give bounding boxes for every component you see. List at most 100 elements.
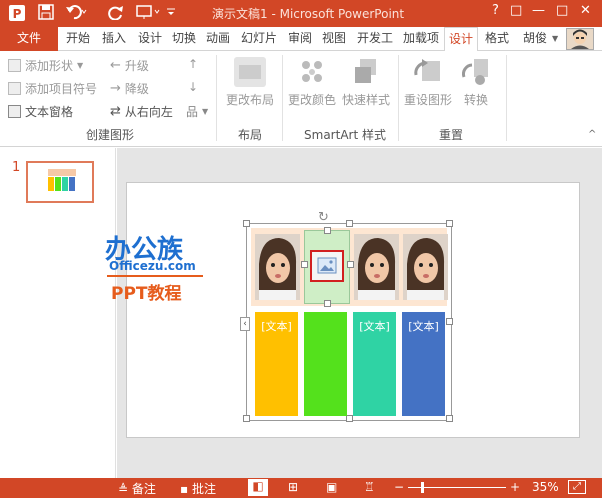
tab-animations[interactable]: 动画 xyxy=(202,27,234,51)
demote-label: 降级 xyxy=(124,82,149,96)
quick-styles-button[interactable]: 快速样式 xyxy=(336,57,396,108)
tab-addins[interactable]: 加载项 xyxy=(399,27,443,51)
tab-design[interactable]: 设计 xyxy=(134,27,166,51)
powerpoint-logo-icon: P xyxy=(8,4,26,26)
add-bullet-label: 添加项目符号 xyxy=(25,82,98,96)
add-shape-label: 添加形状 xyxy=(25,59,74,73)
add-bullet-icon xyxy=(8,82,21,95)
resize-handle[interactable] xyxy=(346,415,353,422)
brand-site: Officezu.com xyxy=(109,259,196,273)
reading-view-icon[interactable]: ▣ xyxy=(326,480,337,494)
resize-handle[interactable] xyxy=(243,220,250,227)
tab-developer[interactable]: 开发工 xyxy=(353,27,397,51)
move-down-button[interactable]: ↓ xyxy=(188,80,198,94)
tab-insert[interactable]: 插入 xyxy=(98,27,130,51)
photo-placeholder-selected[interactable] xyxy=(301,227,354,307)
resize-handle[interactable] xyxy=(446,415,453,422)
brand-divider xyxy=(107,275,203,277)
tab-slideshow[interactable]: 幻灯片 xyxy=(237,27,281,51)
zoom-out-button[interactable]: − xyxy=(394,480,404,494)
collapse-ribbon-icon[interactable]: ^ xyxy=(588,129,596,140)
title-bar: P 演示文稿1 - Microsoft PowerPoint ? □ — □ ✕ xyxy=(0,0,602,27)
maximize-button[interactable]: □ xyxy=(556,3,568,18)
group-label-reset: 重置 xyxy=(438,128,463,142)
tab-review[interactable]: 审阅 xyxy=(284,27,316,51)
thumbnail-photo-strip xyxy=(48,169,76,176)
resize-handle[interactable] xyxy=(243,415,250,422)
undo-icon[interactable] xyxy=(66,4,88,24)
convert-icon xyxy=(460,57,492,87)
group-label-smartart-styles: SmartArt 样式 xyxy=(304,128,386,142)
resize-handle[interactable] xyxy=(446,220,453,227)
text-pane-label: 文本窗格 xyxy=(25,105,74,119)
customize-toolbar-icon[interactable] xyxy=(166,4,176,24)
zoom-slider-thumb[interactable] xyxy=(421,482,424,493)
change-layout-button[interactable]: 更改布局 xyxy=(220,57,280,108)
comments-button[interactable]: ▪ 批注 xyxy=(180,480,216,497)
promote-label: 升级 xyxy=(124,59,149,73)
minimize-button[interactable]: — xyxy=(532,3,545,18)
save-icon[interactable] xyxy=(38,4,54,24)
add-shape-icon xyxy=(8,59,21,72)
ribbon: 添加形状 ▼ 添加项目符号 文本窗格 ← 升级 → 降级 ⇄ 从右向左 ↑ ↓ … xyxy=(0,51,602,147)
normal-view-icon[interactable]: ◧ xyxy=(248,479,268,496)
thumbnail-bar xyxy=(62,177,68,191)
slide-sorter-icon[interactable]: ⊞ xyxy=(288,480,298,494)
tab-smartart-design[interactable]: 设计 xyxy=(444,27,478,52)
tab-transitions[interactable]: 切换 xyxy=(168,27,200,51)
chevron-down-icon: ▼ xyxy=(77,61,84,70)
layout-direction-button[interactable]: 品 ▼ xyxy=(186,103,208,120)
smartart-text-box[interactable]: [文本] xyxy=(353,312,396,416)
user-name[interactable]: 胡俊 xyxy=(520,27,550,51)
close-button[interactable]: ✕ xyxy=(580,3,591,18)
zoom-level[interactable]: 35% xyxy=(532,480,559,494)
photo-girl-3[interactable] xyxy=(403,234,448,300)
notes-button[interactable]: ≜ 备注 xyxy=(118,480,156,497)
tab-file[interactable]: 文件 xyxy=(0,27,58,51)
help-button[interactable]: ? xyxy=(492,3,499,18)
resize-handle[interactable] xyxy=(446,318,453,325)
fit-to-window-icon[interactable]: ⤢ xyxy=(568,480,586,494)
thumbnail-bar xyxy=(55,177,61,191)
chevron-down-icon[interactable]: ▼ xyxy=(552,34,558,43)
resize-handle[interactable] xyxy=(346,220,353,227)
tab-home[interactable]: 开始 xyxy=(62,27,94,51)
text-pane-toggle-icon[interactable]: ‹ xyxy=(240,317,250,331)
smartart-frame[interactable]: ↻ ‹ [文本] [文本] [文本] xyxy=(240,210,453,422)
photo-girl-1[interactable] xyxy=(255,234,300,300)
slideshow-icon[interactable]: ♖ xyxy=(364,480,375,494)
add-shape-button[interactable]: 添加形状 ▼ xyxy=(8,57,83,74)
tab-smartart-format[interactable]: 格式 xyxy=(480,27,514,51)
right-to-left-button[interactable]: ⇄ 从右向左 xyxy=(110,103,173,120)
redo-icon[interactable] xyxy=(108,4,124,24)
avatar[interactable] xyxy=(566,28,594,50)
demote-button[interactable]: → 降级 xyxy=(110,80,149,97)
resize-handle[interactable] xyxy=(347,261,354,268)
right-to-left-label: 从右向左 xyxy=(124,105,173,119)
insert-picture-icon[interactable] xyxy=(310,250,344,282)
promote-button[interactable]: ← 升级 xyxy=(110,57,149,74)
change-colors-button[interactable]: 更改颜色 xyxy=(282,57,342,108)
group-separator xyxy=(506,55,507,141)
resize-handle[interactable] xyxy=(324,227,331,234)
change-colors-label: 更改颜色 xyxy=(287,93,336,107)
resize-handle[interactable] xyxy=(324,300,331,307)
smartart-text-box[interactable]: [文本] xyxy=(402,312,445,416)
smartart-text-box[interactable]: [文本] xyxy=(255,312,298,416)
zoom-in-button[interactable]: + xyxy=(510,480,520,494)
rotate-handle-icon[interactable]: ↻ xyxy=(318,210,329,225)
tab-view[interactable]: 视图 xyxy=(318,27,350,51)
ribbon-display-options-button[interactable]: □ xyxy=(510,3,522,18)
move-up-button[interactable]: ↑ xyxy=(188,57,198,71)
resize-handle[interactable] xyxy=(301,261,308,268)
slideshow-from-start-icon[interactable] xyxy=(136,4,162,24)
photo-girl-2[interactable] xyxy=(354,234,399,300)
smartart-text-box[interactable] xyxy=(304,312,347,416)
text-pane-button[interactable]: 文本窗格 xyxy=(8,103,73,120)
smartart-text-box-label: [文本] xyxy=(408,320,439,333)
slide-thumbnail-1[interactable] xyxy=(26,161,94,203)
convert-button[interactable]: 转换 xyxy=(446,57,506,108)
slide-canvas[interactable]: 办公族 Officezu.com PPT教程 ↻ ‹ [文本] [文本] [文本… xyxy=(105,182,580,438)
convert-label: 转换 xyxy=(463,93,488,107)
add-bullet-button[interactable]: 添加项目符号 xyxy=(8,80,97,97)
